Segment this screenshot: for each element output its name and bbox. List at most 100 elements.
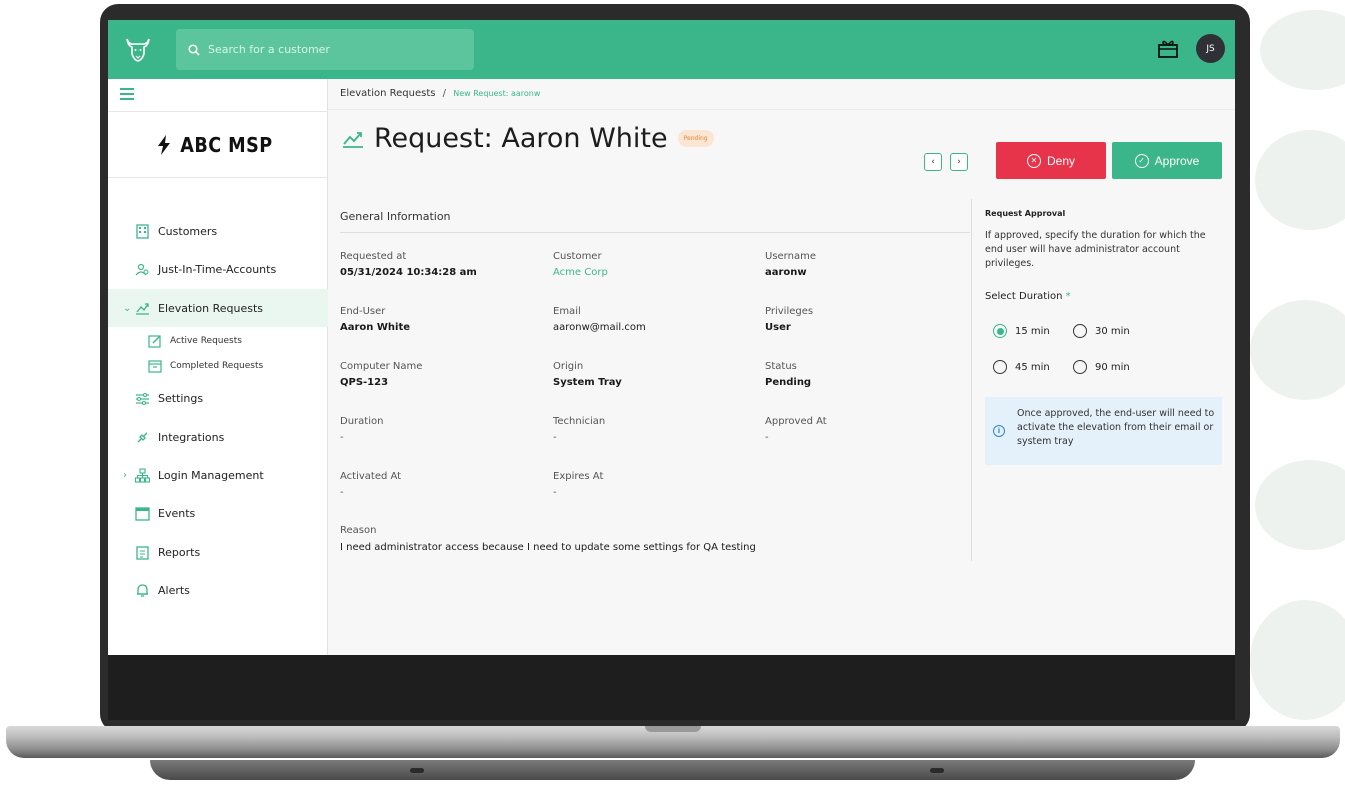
app-screen: JS ABC MSP Customers Just-In-Time-Accoun…	[108, 20, 1235, 655]
field-label: Expires At	[553, 471, 604, 482]
user-avatar[interactable]: JS	[1196, 34, 1225, 63]
field-duration: Duration -	[340, 416, 383, 443]
sidebar-item-elevation-requests[interactable]: ⌄ Elevation Requests	[108, 289, 328, 327]
sidebar-item-settings[interactable]: Settings	[108, 379, 328, 417]
required-mark: *	[1065, 291, 1071, 302]
field-label: Email	[553, 306, 581, 317]
approve-button-label: Approve	[1154, 153, 1200, 168]
approve-button[interactable]: ✓ Approve	[1112, 142, 1222, 179]
field-computer-name: Computer Name QPS-123	[340, 361, 422, 388]
archive-icon	[148, 360, 162, 373]
prev-button[interactable]: ‹	[924, 153, 942, 171]
field-value: Pending	[765, 377, 812, 388]
sidebar-item-jit-accounts[interactable]: Just-In-Time-Accounts	[108, 250, 328, 288]
elevation-icon	[136, 302, 149, 315]
field-expires-at: Expires At -	[553, 471, 603, 498]
bell-icon	[137, 583, 148, 597]
sidebar-item-login-management[interactable]: › Login Management	[108, 456, 328, 494]
breadcrumb-current: New Request: aaronw	[453, 89, 541, 98]
sliders-icon	[136, 392, 149, 405]
sidebar-item-label: Reports	[158, 545, 201, 559]
laptop-foot-dot	[410, 768, 424, 773]
lightning-icon	[158, 134, 171, 155]
radio-label: 90 min	[1095, 361, 1130, 373]
background-blob	[1260, 10, 1345, 90]
field-value: System Tray	[553, 377, 622, 388]
menu-icon[interactable]	[120, 88, 134, 100]
approval-title: Request Approval	[985, 209, 1066, 218]
search-icon	[188, 43, 200, 56]
background-blob	[1255, 460, 1345, 550]
laptop-bezel	[108, 655, 1235, 720]
duration-radio-45[interactable]: 45 min	[993, 360, 1050, 374]
field-label: Origin	[553, 361, 584, 372]
breadcrumb-parent-link[interactable]: Elevation Requests	[340, 88, 435, 99]
sidebar-item-label: Elevation Requests	[158, 301, 264, 315]
next-button[interactable]: ›	[950, 153, 968, 171]
duration-radio-90[interactable]: 90 min	[1073, 360, 1130, 374]
duration-radio-15[interactable]: 15 min	[993, 324, 1050, 338]
sidebar-item-label: Events	[158, 506, 196, 520]
gift-icon[interactable]	[1157, 37, 1179, 59]
field-reason: Reason I need administrator access becau…	[340, 525, 756, 553]
sidebar-subitem-active-requests[interactable]: Active Requests	[108, 329, 328, 353]
radio-label: 45 min	[1015, 361, 1050, 373]
users-icon	[135, 263, 149, 275]
background-blob	[1250, 600, 1345, 720]
page-title: Request: Aaron White	[374, 123, 668, 154]
field-value: QPS-123	[340, 377, 389, 388]
laptop-foot	[150, 760, 1195, 780]
section-heading: General Information	[340, 210, 451, 223]
field-label: Customer	[553, 251, 602, 262]
field-label: End-User	[340, 306, 386, 317]
check-circle-icon: ✓	[1134, 153, 1149, 168]
chevron-right-icon: ›	[123, 469, 127, 481]
field-origin: Origin System Tray	[553, 361, 622, 388]
radio-label: 15 min	[1015, 325, 1050, 337]
sidebar-item-integrations[interactable]: Integrations	[108, 418, 328, 456]
laptop-notch	[645, 726, 701, 732]
field-label: Privileges	[765, 306, 814, 317]
chevron-down-icon: ⌄	[123, 302, 132, 314]
duration-label-text: Select Duration	[985, 291, 1063, 302]
field-label: Status	[765, 361, 797, 372]
field-value: -	[340, 487, 344, 498]
field-value: aaronw@mail.com	[553, 322, 646, 333]
field-label: Username	[765, 251, 816, 262]
bull-logo-icon[interactable]	[123, 34, 153, 64]
info-text: Once approved, the end-user will need to…	[1017, 408, 1215, 447]
breadcrumb: Elevation Requests / New Request: aaronw	[340, 88, 540, 99]
radio-dot[interactable]	[993, 360, 1007, 374]
field-end-user: End-User Aaron White	[340, 306, 410, 333]
sidebar-item-customers[interactable]: Customers	[108, 212, 328, 250]
sidebar-item-events[interactable]: Events	[108, 494, 328, 532]
deny-button[interactable]: ✕ Deny	[996, 142, 1106, 179]
field-label: Approved At	[765, 416, 827, 427]
field-label: Activated At	[340, 471, 402, 482]
sidebar-item-label: Customers	[158, 224, 218, 238]
field-privileges: Privileges User	[765, 306, 813, 333]
radio-label: 30 min	[1095, 325, 1130, 337]
sidebar-subitem-completed-requests[interactable]: Completed Requests	[108, 354, 328, 378]
clipboard-icon	[136, 545, 149, 560]
sidebar-item-reports[interactable]: Reports	[108, 533, 328, 571]
sidebar-subitem-label: Completed Requests	[170, 361, 264, 371]
field-technician: Technician -	[553, 416, 605, 443]
duration-radio-30[interactable]: 30 min	[1073, 324, 1130, 338]
field-username: Username aaronw	[765, 251, 816, 278]
reason-text: I need administrator access because I ne…	[340, 542, 756, 553]
sidebar-item-label: Alerts	[158, 583, 190, 597]
field-label: Technician	[553, 416, 606, 427]
field-label: Reason	[340, 525, 377, 536]
radio-dot[interactable]	[993, 324, 1007, 338]
customer-link[interactable]: Acme Corp	[553, 267, 608, 278]
building-icon	[136, 223, 149, 239]
field-activated-at: Activated At -	[340, 471, 401, 498]
radio-dot[interactable]	[1073, 360, 1087, 374]
search-input[interactable]	[208, 43, 458, 56]
radio-dot[interactable]	[1073, 324, 1087, 338]
search-box[interactable]	[176, 29, 474, 70]
field-customer: Customer Acme Corp	[553, 251, 608, 278]
sidebar-subitem-label: Active Requests	[170, 336, 242, 346]
sidebar-item-alerts[interactable]: Alerts	[108, 571, 328, 609]
